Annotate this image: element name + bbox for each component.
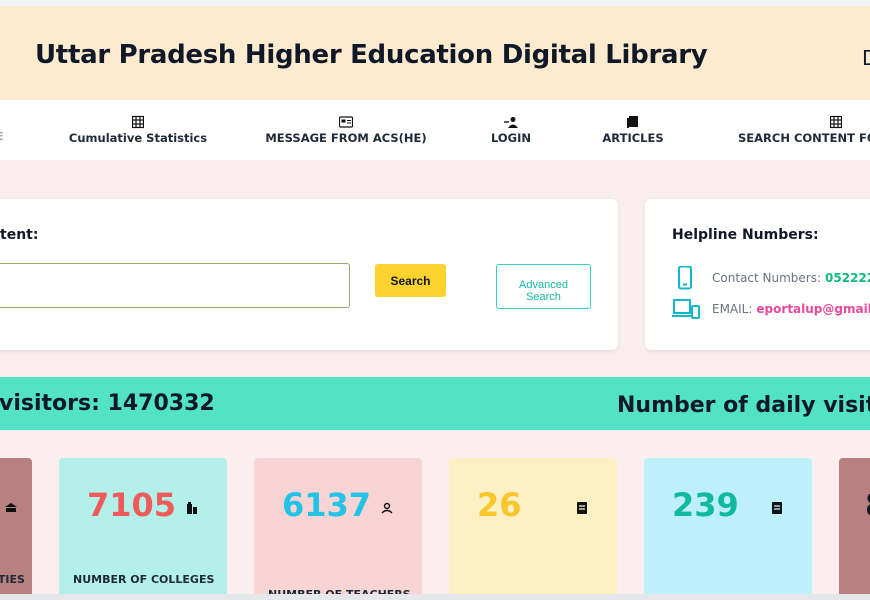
stat-card-yellow[interactable]: 26 xyxy=(449,458,617,600)
user-login-icon xyxy=(504,117,518,128)
daily-visitors: Number of daily visito xyxy=(617,393,870,418)
nav-label: LOGIN xyxy=(490,131,532,145)
table-icon xyxy=(132,115,144,129)
email-row: EMAIL: eportalup@gmail. xyxy=(672,297,870,321)
person-icon xyxy=(381,502,393,514)
nav-edge-fragment[interactable]: E xyxy=(0,130,4,143)
nav-login[interactable]: LOGIN xyxy=(488,100,534,160)
mobile-phone-icon xyxy=(678,266,692,290)
book-icon xyxy=(627,116,638,128)
search-input[interactable] xyxy=(0,263,350,308)
stat-card-partial[interactable]: 8 xyxy=(839,458,870,600)
main-nav: Cumulative Statistics MESSAGE FROM ACS(H… xyxy=(0,100,870,160)
document-icon xyxy=(772,502,782,514)
nav-search-content[interactable]: SEARCH CONTENT FOR xyxy=(736,100,870,160)
nav-message-acs[interactable]: MESSAGE FROM ACS(HE) xyxy=(265,100,427,160)
stat-value: 7105 xyxy=(87,486,177,524)
stat-card-teachers[interactable]: 6137 NUMBER OF TEACHERS xyxy=(254,458,422,600)
stat-value: 239 xyxy=(672,486,739,524)
id-card-icon xyxy=(339,116,353,128)
email-label: EMAIL: xyxy=(712,302,753,316)
advanced-label-line2: Search xyxy=(526,291,561,303)
site-header: Uttar Pradesh Higher Education Digital L… xyxy=(0,6,870,100)
contact-label: Contact Numbers: xyxy=(712,271,822,285)
stat-card-universities[interactable]: STIES xyxy=(0,458,32,600)
site-title: Uttar Pradesh Higher Education Digital L… xyxy=(35,40,708,70)
nav-label: Cumulative Statistics xyxy=(68,131,208,145)
nav-cumulative-statistics[interactable]: Cumulative Statistics xyxy=(69,100,207,160)
stat-value: 8 xyxy=(865,486,870,524)
nav-articles[interactable]: ARTICLES xyxy=(600,100,666,160)
stat-value: 26 xyxy=(477,486,522,524)
devices-icon xyxy=(672,299,700,319)
nav-label: MESSAGE FROM ACS(HE) xyxy=(265,131,427,145)
contact-number[interactable]: 052222 xyxy=(825,271,870,285)
visitors-banner: visitors: 1470332 Number of daily visito xyxy=(0,377,870,430)
stat-card-cyan[interactable]: 239 xyxy=(644,458,812,600)
stat-label: STIES xyxy=(0,573,25,586)
stat-value: 6137 xyxy=(282,486,372,524)
university-icon xyxy=(5,503,17,512)
building-icon xyxy=(187,502,197,514)
stat-card-colleges[interactable]: 7105 NUMBER OF COLLEGES xyxy=(59,458,227,600)
helpline-title: Helpline Numbers: xyxy=(672,227,819,243)
nav-label: SEARCH CONTENT FOR xyxy=(738,131,870,145)
header-right-fragment: D xyxy=(862,46,870,70)
document-icon xyxy=(577,502,587,514)
stat-label: NUMBER OF COLLEGES xyxy=(73,573,215,586)
bottom-scroll-edge xyxy=(0,594,870,600)
search-button[interactable]: Search xyxy=(375,264,446,297)
nav-label: ARTICLES xyxy=(602,131,664,145)
advanced-label-line1: Advanced xyxy=(519,279,568,291)
table-icon xyxy=(830,115,842,129)
advanced-search-button[interactable]: Advanced Search xyxy=(496,264,591,309)
search-heading: tent: xyxy=(0,227,39,243)
total-visitors: visitors: 1470332 xyxy=(0,391,215,416)
email-value[interactable]: eportalup@gmail. xyxy=(756,302,870,316)
contact-row: Contact Numbers: 052222 xyxy=(672,266,870,290)
